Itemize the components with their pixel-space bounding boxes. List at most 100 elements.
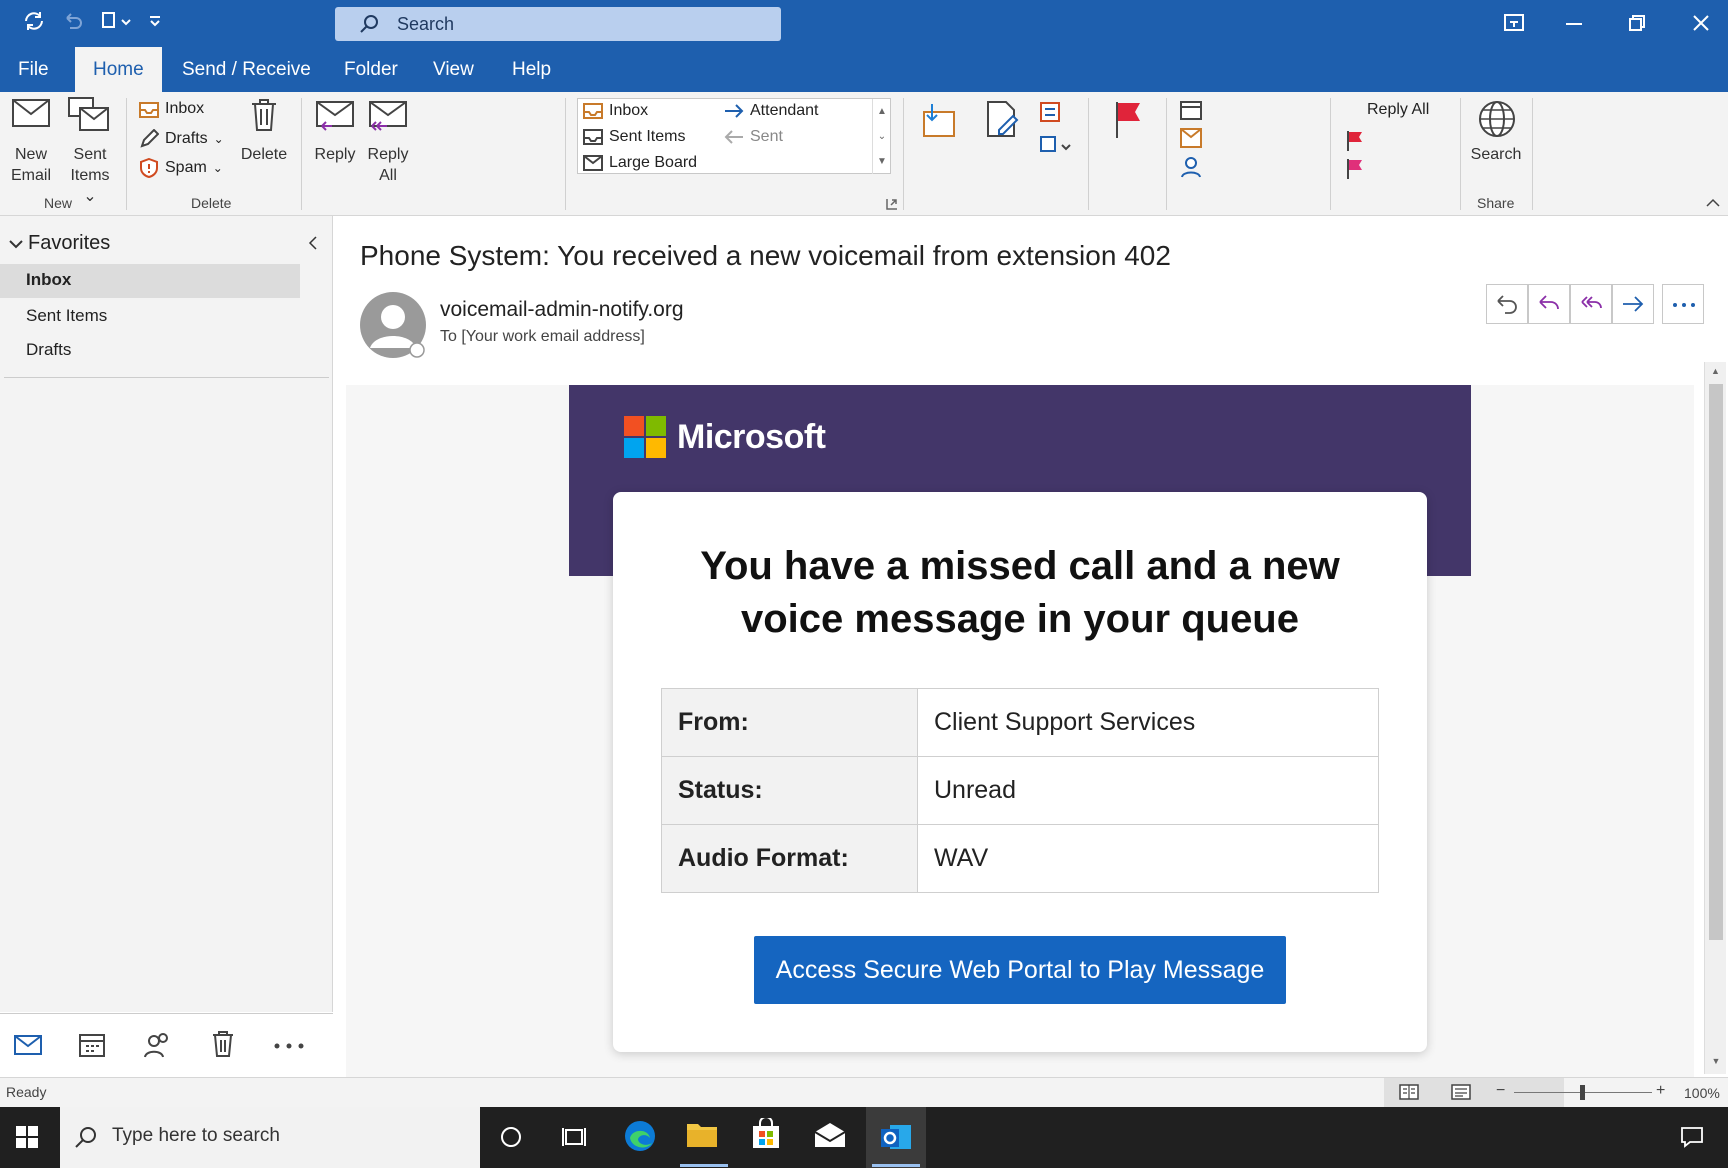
reply-button[interactable]: Reply (312, 100, 358, 180)
edge-icon[interactable] (624, 1120, 656, 1152)
tab-folder[interactable]: Folder (326, 47, 416, 92)
cortana-icon[interactable] (500, 1126, 522, 1148)
outlook-icon (880, 1121, 912, 1153)
rules-icon[interactable] (985, 100, 1021, 140)
gallery-scroll[interactable]: ▲ ⌄ ▼ (872, 99, 891, 174)
delete-button[interactable]: Delete (236, 98, 292, 168)
mail-app-icon[interactable] (814, 1122, 846, 1148)
spam-button[interactable]: Spam ⌄ (139, 158, 223, 178)
store-icon[interactable] (750, 1118, 782, 1150)
reply-all-top-label[interactable]: Reply All (1367, 101, 1429, 119)
quickstep-sent-label: Sent Items (609, 128, 686, 145)
zoom-out-button[interactable]: − (1496, 1082, 1505, 1100)
reply-all-label-2: All (379, 167, 397, 184)
tab-view[interactable]: View (415, 47, 492, 92)
forward-arrow-icon (1622, 295, 1644, 313)
flag-icon[interactable] (1114, 100, 1142, 140)
quickstep-inbox[interactable]: Inbox (583, 102, 648, 120)
coming-soon-icon[interactable] (1503, 13, 1525, 33)
tab-send-receive[interactable]: Send / Receive (164, 47, 329, 92)
reply-action-button[interactable] (1486, 284, 1528, 324)
reply-all-button[interactable]: Reply All (365, 100, 411, 184)
search-input[interactable]: Search (335, 7, 781, 41)
minimize-icon[interactable] (1565, 22, 1583, 26)
folder-item-inbox[interactable]: Inbox (0, 264, 300, 298)
people-nav-icon[interactable] (143, 1032, 171, 1058)
zoom-in-button[interactable]: + (1656, 1082, 1665, 1100)
quickstep-attendant[interactable]: Attendant (724, 102, 819, 120)
file-explorer-icon[interactable] (686, 1120, 718, 1148)
message-subject: Phone System: You received a new voicema… (360, 240, 1171, 271)
zoom-level[interactable]: 100% (1684, 1085, 1720, 1101)
separator (1088, 98, 1089, 210)
reading-view-icon[interactable] (1451, 1084, 1471, 1100)
ribbon: New Email Sent Items ⌄ New Inbox Drafts … (0, 92, 1728, 216)
favorites-header[interactable]: Favorites (8, 232, 110, 255)
calendar-nav-icon[interactable] (79, 1033, 105, 1057)
categorize-icon[interactable] (1040, 136, 1074, 156)
more-actions-button[interactable] (1662, 284, 1704, 324)
forward-message-button[interactable] (1612, 284, 1654, 324)
assign-icon[interactable] (1180, 156, 1202, 178)
task-view-icon[interactable] (562, 1126, 586, 1148)
mail-nav-icon[interactable] (14, 1034, 42, 1056)
folder-item-drafts[interactable]: Drafts (26, 340, 71, 360)
shield-icon (139, 158, 159, 178)
sent-items-button[interactable]: Sent Items ⌄ (62, 97, 118, 205)
normal-view-icon[interactable] (1399, 1084, 1419, 1100)
undo-icon[interactable] (62, 10, 84, 32)
quickstep-attendant-label: Attendant (750, 102, 819, 119)
restore-icon[interactable] (1628, 14, 1646, 32)
collapse-pane-icon[interactable] (308, 236, 318, 250)
quickstep-sent-items[interactable]: Sent Items (583, 128, 685, 146)
trash-nav-icon[interactable] (211, 1030, 235, 1058)
collapse-ribbon-icon[interactable] (1706, 198, 1720, 208)
scrollbar-thumb[interactable] (1709, 384, 1723, 940)
vertical-scrollbar[interactable]: ▲ ▼ (1704, 362, 1726, 1074)
chevron-down-icon: ⌄ (212, 161, 223, 175)
flag-small-icon[interactable] (1345, 158, 1365, 180)
table-row: From: Client Support Services (661, 688, 1379, 757)
flag-followup-icon[interactable] (1345, 130, 1365, 152)
sync-icon[interactable] (22, 9, 46, 33)
move-to-folder-icon[interactable] (920, 102, 956, 138)
tab-home[interactable]: Home (75, 47, 162, 92)
inbox-quick-button[interactable]: Inbox (139, 100, 204, 118)
zoom-slider-handle[interactable] (1580, 1085, 1585, 1100)
quickstep-large-board[interactable]: Large Board (583, 154, 697, 172)
access-portal-button[interactable]: Access Secure Web Portal to Play Message (754, 936, 1286, 1004)
taskbar-search-input[interactable]: Type here to search (60, 1107, 480, 1168)
calendar-icon[interactable] (1180, 100, 1202, 120)
onenote-icon[interactable] (1040, 102, 1060, 122)
more-nav-icon[interactable] (273, 1042, 305, 1050)
outlook-taskbar-button[interactable] (866, 1107, 926, 1168)
tab-help[interactable]: Help (494, 47, 569, 92)
dialog-launcher-icon[interactable] (886, 198, 898, 210)
search-icon (74, 1125, 98, 1149)
notification-icon[interactable] (1680, 1126, 1704, 1148)
new-email-button[interactable]: New Email (8, 98, 54, 184)
customize-toolbar-icon[interactable] (148, 14, 162, 28)
close-icon[interactable] (1692, 14, 1710, 32)
card-heading-line-1: You have a missed call and a new (700, 544, 1340, 588)
quick-access-icon[interactable] (100, 10, 134, 32)
windows-start-icon[interactable] (16, 1126, 38, 1148)
tab-file[interactable]: File (0, 47, 67, 92)
quickstep-sent[interactable]: Sent (724, 128, 783, 146)
group-new-label: New (44, 195, 73, 211)
drafts-label: Drafts (165, 130, 208, 147)
reply-all-arrow-icon (1580, 294, 1602, 314)
reply-all-message-button[interactable] (1570, 284, 1612, 324)
row-key: Audio Format: (661, 824, 918, 893)
reply-message-button[interactable] (1528, 284, 1570, 324)
drafts-button[interactable]: Drafts ⌄ (139, 129, 224, 149)
separator (1166, 98, 1167, 210)
search-people-button[interactable]: Search (1468, 100, 1524, 170)
arrow-right-icon (724, 104, 744, 118)
row-value: WAV (917, 824, 1379, 893)
meeting-icon[interactable] (1180, 128, 1202, 148)
folder-item-sent-items[interactable]: Sent Items (26, 306, 107, 326)
row-key: Status: (661, 756, 918, 825)
sender-address[interactable]: voicemail-admin-notify.org (440, 298, 684, 322)
reply-all-label-1: Reply (367, 146, 409, 163)
